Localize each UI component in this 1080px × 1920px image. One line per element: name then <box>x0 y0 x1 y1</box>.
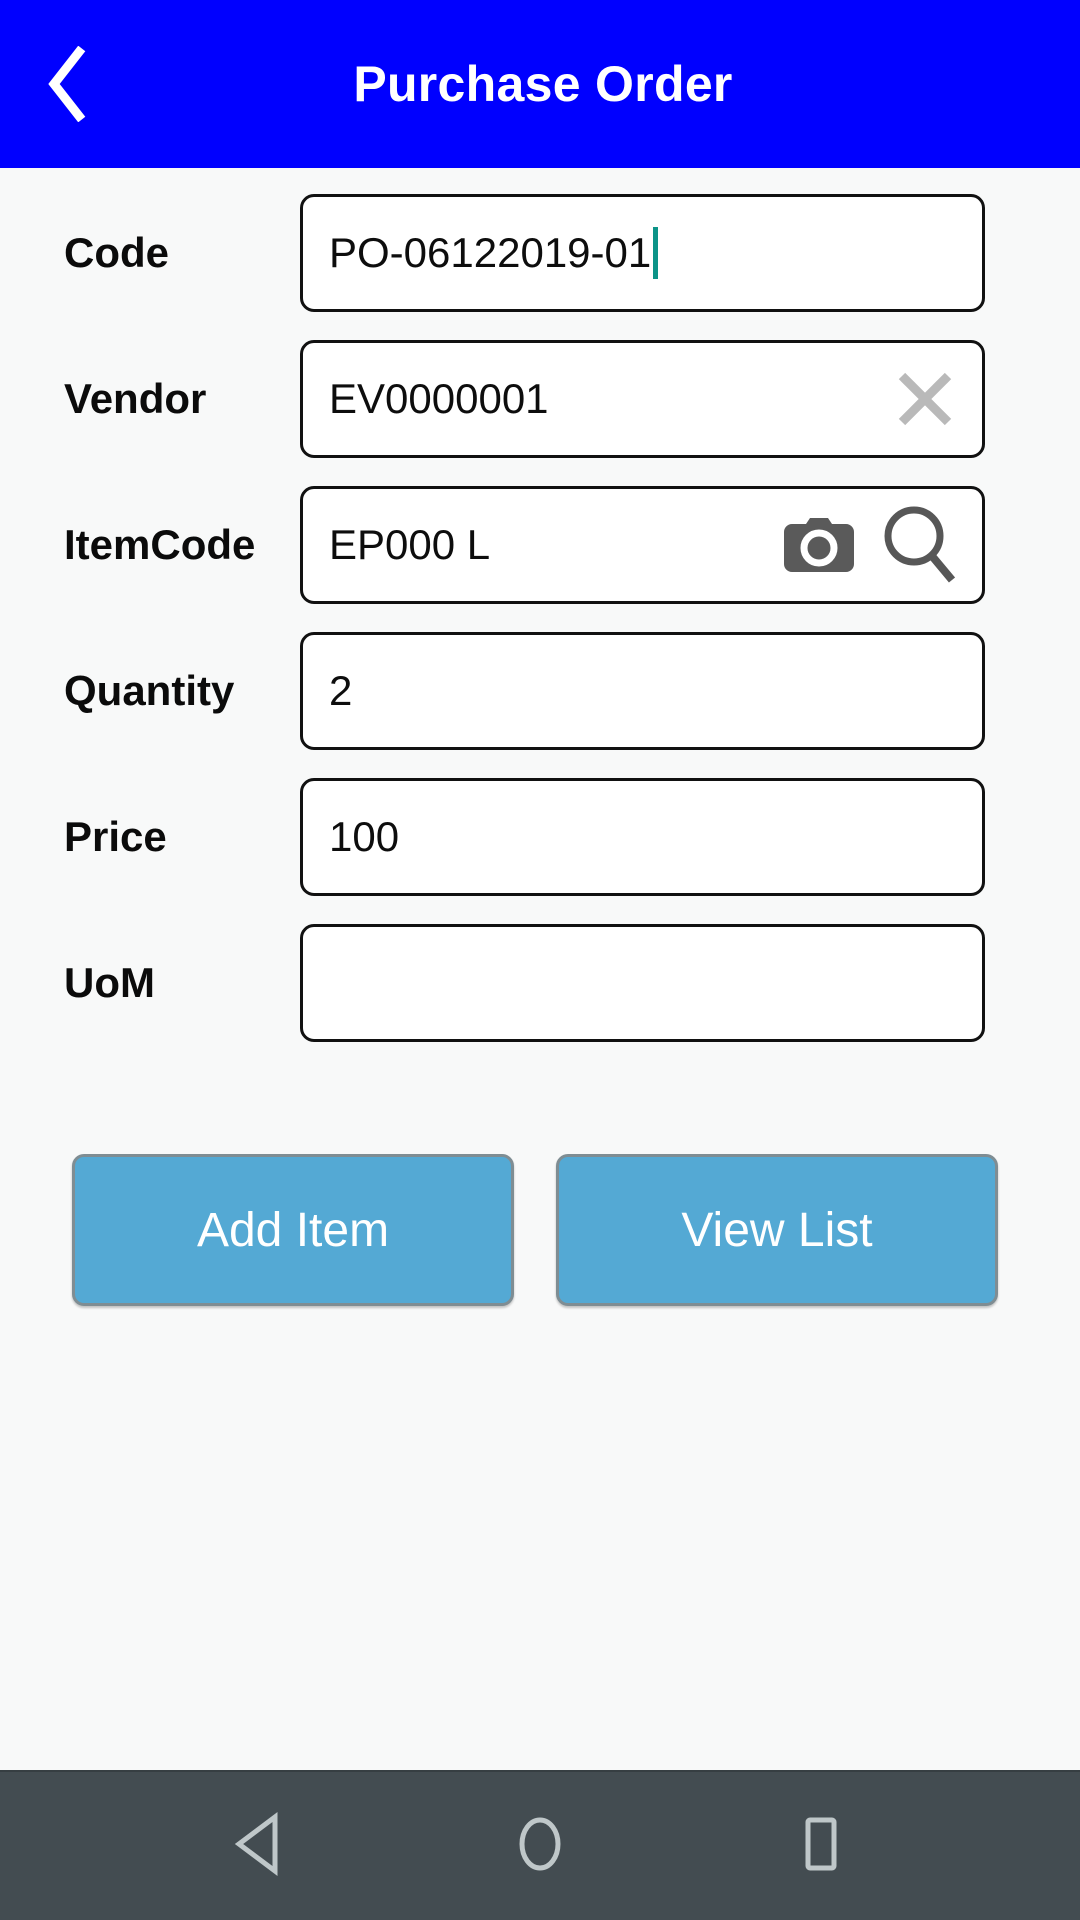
purchase-order-form: Code PO-06122019-01 Vendor EV0000001 Ite… <box>0 168 1080 1770</box>
nav-home-button[interactable] <box>480 1786 600 1906</box>
form-row-vendor: Vendor EV0000001 <box>0 338 1080 460</box>
back-triangle-icon <box>231 1811 289 1882</box>
nav-recents-button[interactable] <box>760 1786 880 1906</box>
search-icon[interactable] <box>880 504 958 586</box>
android-nav-bar <box>0 1770 1080 1920</box>
phone-screen: Purchase Order Code PO-06122019-01 Vendo… <box>0 0 1080 1920</box>
chevron-left-icon <box>45 46 91 122</box>
quantity-input-value: 2 <box>329 667 353 714</box>
label-uom: UoM <box>64 958 155 1006</box>
form-actions: Add Item View List <box>0 1068 1080 1306</box>
price-input-value: 100 <box>329 813 400 860</box>
label-itemcode: ItemCode <box>64 520 256 568</box>
clear-x-icon[interactable] <box>892 366 958 432</box>
app-bar: Purchase Order <box>0 0 1080 168</box>
view-list-button[interactable]: View List <box>556 1154 998 1306</box>
code-input[interactable]: PO-06122019-01 <box>300 194 985 312</box>
itemcode-field-icons <box>784 489 958 601</box>
camera-icon[interactable] <box>784 516 854 574</box>
uom-input[interactable] <box>300 924 985 1042</box>
form-row-price: Price 100 <box>0 776 1080 898</box>
itemcode-input-value: EP000 L <box>329 521 491 568</box>
nav-back-button[interactable] <box>200 1786 320 1906</box>
home-circle-icon <box>511 1811 569 1882</box>
back-button[interactable] <box>30 46 106 122</box>
vendor-input[interactable]: EV0000001 <box>300 340 985 458</box>
vendor-input-value: EV0000001 <box>329 375 549 422</box>
label-price: Price <box>64 812 167 860</box>
label-quantity: Quantity <box>64 666 235 714</box>
label-vendor: Vendor <box>64 374 207 422</box>
itemcode-input[interactable]: EP000 L <box>300 486 985 604</box>
vendor-field-icons <box>892 343 958 455</box>
page-title: Purchase Order <box>353 56 733 112</box>
label-code: Code <box>64 228 169 276</box>
form-row-quantity: Quantity 2 <box>0 630 1080 752</box>
price-input[interactable]: 100 <box>300 778 985 896</box>
quantity-input[interactable]: 2 <box>300 632 985 750</box>
text-caret <box>653 227 659 279</box>
add-item-button[interactable]: Add Item <box>72 1154 514 1306</box>
recents-square-icon <box>796 1814 844 1879</box>
form-row-itemcode: ItemCode EP000 L <box>0 484 1080 606</box>
form-row-code: Code PO-06122019-01 <box>0 192 1080 314</box>
code-input-value: PO-06122019-01 <box>329 229 652 276</box>
form-row-uom: UoM <box>0 922 1080 1044</box>
